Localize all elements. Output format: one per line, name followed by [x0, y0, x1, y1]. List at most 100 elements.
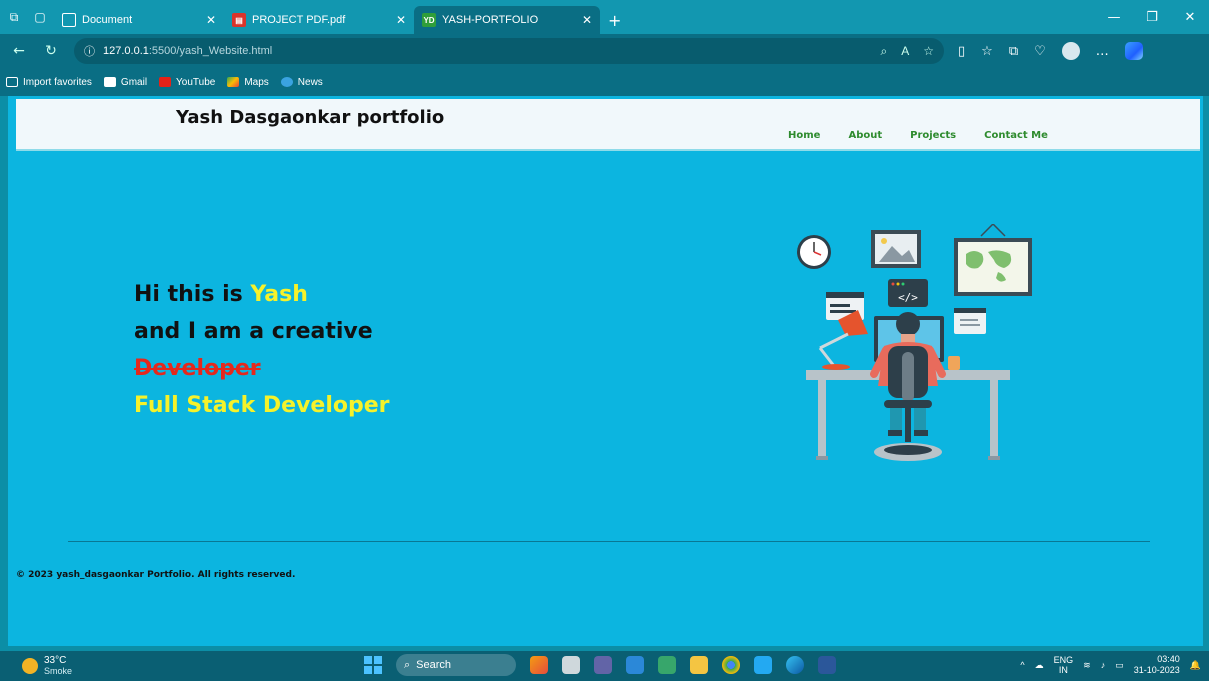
- favorite-label: Maps: [244, 76, 269, 88]
- favorite-label: News: [297, 76, 323, 88]
- volume-icon[interactable]: ♪: [1101, 660, 1106, 670]
- favorite-gmail[interactable]: Gmail: [103, 76, 148, 88]
- vscode-icon[interactable]: [754, 656, 772, 674]
- minimize-icon[interactable]: —: [1095, 10, 1133, 25]
- favorite-label: Gmail: [120, 76, 148, 88]
- edge-icon[interactable]: [786, 656, 804, 674]
- hero-line-1: Hi this is Yash: [134, 276, 390, 313]
- url-host: 127.0.0.1: [103, 45, 149, 57]
- copilot-icon[interactable]: [1124, 42, 1143, 60]
- widgets-icon[interactable]: [530, 656, 548, 674]
- teams-icon[interactable]: [594, 656, 612, 674]
- read-aloud-icon[interactable]: A: [901, 44, 909, 59]
- chevron-up-icon[interactable]: ^: [1020, 660, 1024, 670]
- close-icon[interactable]: ✕: [582, 13, 592, 27]
- weather-temperature: 33°C: [44, 655, 67, 666]
- weather-widget[interactable]: 33°C Smoke: [22, 655, 72, 676]
- info-icon[interactable]: ⓘ: [84, 43, 95, 59]
- tab-title: Document: [82, 14, 133, 26]
- favorite-news[interactable]: News: [280, 76, 323, 88]
- clock-date: 31-10-2023: [1133, 665, 1180, 675]
- browser-tab-strip: ⧉ ▢ Document ✕ ▤ PROJECT PDF.pdf ✕ YD YA…: [0, 0, 1209, 34]
- tab-actions-icon[interactable]: ▢: [32, 9, 48, 25]
- restore-icon[interactable]: ❐: [1133, 10, 1171, 25]
- wifi-icon[interactable]: ≋: [1083, 660, 1091, 671]
- pdf-icon: ▤: [232, 13, 246, 27]
- hero-role: Full Stack Developer: [134, 393, 390, 418]
- close-window-icon[interactable]: ✕: [1171, 10, 1209, 25]
- url-actions: ⌕ A ☆: [880, 44, 934, 59]
- collections-icon[interactable]: ⧉: [1009, 44, 1018, 59]
- site-nav: Home About Projects Contact Me: [788, 130, 1048, 141]
- weather-condition: Smoke: [44, 666, 73, 676]
- tab-title: YASH-PORTFOLIO: [442, 14, 539, 26]
- site-header: Yash Dasgaonkar portfolio Home About Pro…: [16, 99, 1200, 151]
- clock-time: 03:40: [1157, 654, 1180, 664]
- favorites-icon[interactable]: ☆: [981, 44, 993, 59]
- page-icon: [62, 13, 76, 27]
- file-explorer-icon[interactable]: [690, 656, 708, 674]
- health-icon[interactable]: ♡: [1034, 44, 1046, 59]
- website-viewport: Yash Dasgaonkar portfolio Home About Pro…: [8, 96, 1203, 646]
- taskbar: 33°C Smoke ⌕ Search ^ ☁ ENG IN ≋ ♪ ▭ 03:40…: [0, 651, 1209, 681]
- news-icon: [280, 77, 293, 87]
- system-tray: ^ ☁ ENG IN ≋ ♪ ▭ 03:40 31-10-2023 🔔: [1020, 654, 1201, 676]
- back-icon[interactable]: ←: [10, 43, 28, 59]
- search-label: Search: [416, 659, 452, 671]
- favorite-star-icon[interactable]: ☆: [923, 44, 934, 59]
- nav-contact-me[interactable]: Contact Me: [984, 130, 1048, 141]
- battery-icon[interactable]: ▭: [1115, 660, 1124, 671]
- hero-name: Yash: [250, 282, 308, 307]
- profile-icon[interactable]: [1061, 42, 1080, 60]
- nav-projects[interactable]: Projects: [910, 130, 956, 141]
- picture-frame-icon: [871, 230, 921, 268]
- yd-icon: YD: [422, 13, 436, 27]
- lang-bottom: IN: [1058, 665, 1068, 675]
- developer-illustration: </>: [797, 224, 1032, 461]
- split-screen-icon[interactable]: ▯: [958, 44, 965, 59]
- refresh-icon[interactable]: ↻: [42, 43, 60, 59]
- tab-yash-portfolio[interactable]: YD YASH-PORTFOLIO ✕: [414, 6, 600, 34]
- gmail-icon: [103, 77, 116, 87]
- clock[interactable]: 03:40 31-10-2023: [1134, 654, 1180, 676]
- nav-about[interactable]: About: [848, 130, 882, 141]
- chrome-icon[interactable]: [722, 656, 740, 674]
- address-bar: ← ↻ ⓘ 127.0.0.1:5500/yash_Website.html ⌕…: [0, 34, 1209, 68]
- mail-icon[interactable]: [626, 656, 644, 674]
- notes-icon[interactable]: [658, 656, 676, 674]
- close-icon[interactable]: ✕: [396, 13, 406, 27]
- word-icon[interactable]: [818, 656, 836, 674]
- onedrive-icon[interactable]: ☁: [1035, 660, 1044, 671]
- hero-struck-role: Developer: [134, 356, 261, 381]
- favorite-label: YouTube: [176, 76, 216, 88]
- nav-home[interactable]: Home: [788, 130, 820, 141]
- hero-greeting: Hi this is: [134, 282, 251, 307]
- favorite-import[interactable]: Import favorites: [6, 77, 92, 88]
- close-icon[interactable]: ✕: [206, 13, 216, 27]
- bell-icon[interactable]: 🔔: [1190, 660, 1201, 671]
- tab-project-pdf[interactable]: ▤ PROJECT PDF.pdf ✕: [224, 6, 414, 34]
- hero-line-2: and I am a creative: [134, 319, 373, 344]
- windows-start-icon[interactable]: [364, 656, 382, 674]
- task-view-icon[interactable]: [562, 656, 580, 674]
- sun-icon: [22, 657, 38, 674]
- tab-document[interactable]: Document ✕: [54, 6, 224, 34]
- url-text: 127.0.0.1:5500/yash_Website.html: [103, 45, 272, 57]
- favorite-label: Import favorites: [23, 76, 92, 88]
- youtube-icon: [159, 77, 172, 87]
- new-tab-button[interactable]: +: [600, 6, 629, 34]
- window-controls: — ❐ ✕: [1095, 0, 1209, 34]
- url-path: :5500/yash_Website.html: [148, 45, 273, 57]
- favorite-youtube[interactable]: YouTube: [159, 77, 215, 88]
- tab-title: PROJECT PDF.pdf: [252, 14, 346, 26]
- zoom-icon[interactable]: ⌕: [880, 44, 887, 59]
- workspaces-icon[interactable]: ⧉: [6, 9, 22, 25]
- favorite-maps[interactable]: Maps: [227, 76, 269, 88]
- url-input[interactable]: ⓘ 127.0.0.1:5500/yash_Website.html ⌕ A ☆: [74, 38, 944, 64]
- import-icon: [6, 77, 18, 87]
- taskbar-search[interactable]: ⌕ Search: [396, 654, 516, 676]
- more-icon[interactable]: …: [1096, 44, 1109, 59]
- mug-icon: [948, 356, 960, 370]
- language-indicator[interactable]: ENG IN: [1054, 655, 1074, 675]
- hero-text: Hi this is Yash and I am a creative Deve…: [134, 276, 390, 424]
